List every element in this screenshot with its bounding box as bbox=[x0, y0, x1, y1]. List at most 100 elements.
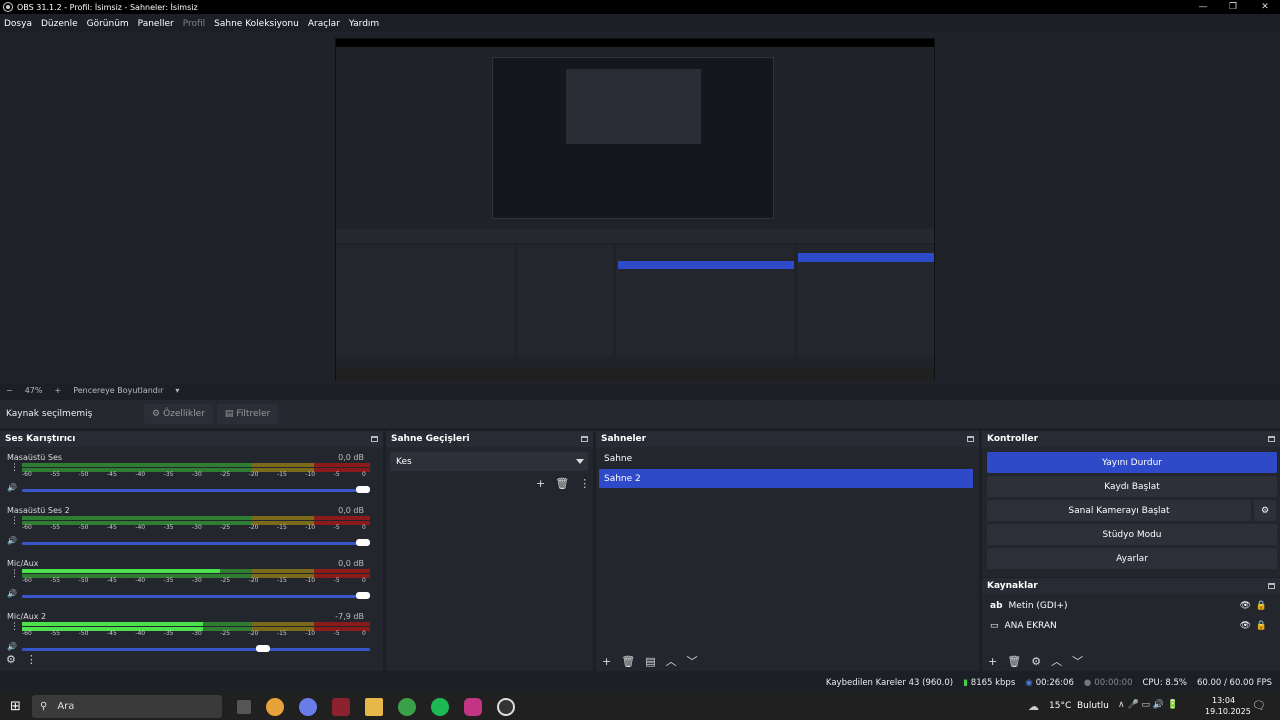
taskbar: ⊞ ⚲ Ara ☁ 15°C Bulutlu ∧ 🎤 ▭ 🔊 🔋 13:04 19… bbox=[0, 693, 1280, 720]
resize-to-window[interactable]: Pencereye Boyutlandır bbox=[73, 386, 163, 395]
restore-icon[interactable]: ❐ bbox=[1218, 0, 1248, 14]
studio-mode-button[interactable]: Stüdyo Modu bbox=[987, 524, 1277, 545]
eye-icon[interactable]: 👁 bbox=[1240, 601, 1251, 611]
filters-button[interactable]: ▤ Filtreler bbox=[216, 404, 279, 424]
scene-item[interactable]: Sahne 2 bbox=[599, 469, 973, 488]
file-explorer-icon[interactable] bbox=[365, 697, 383, 716]
controls-dock: Kontroller Yayını Durdur Kaydı Başlat Sa… bbox=[982, 431, 1280, 577]
kebab-menu-icon[interactable]: ⋮ bbox=[10, 516, 19, 526]
clock-date[interactable]: 19.10.2025 bbox=[1205, 707, 1251, 716]
chrome-icon[interactable] bbox=[398, 697, 416, 716]
menu-file[interactable]: Dosya bbox=[4, 19, 32, 29]
menu-help[interactable]: Yardım bbox=[349, 19, 379, 29]
chevron-down-icon[interactable]: ▾ bbox=[175, 386, 179, 395]
trash-icon[interactable]: 🗑 bbox=[621, 655, 635, 668]
float-icon[interactable] bbox=[1268, 583, 1275, 589]
source-item[interactable]: ab Metin (GDI+) 👁 🔒 bbox=[985, 596, 1273, 615]
kebab-menu-icon[interactable]: ⋮ bbox=[10, 622, 19, 632]
float-icon[interactable] bbox=[1268, 436, 1275, 442]
chevron-up-icon[interactable]: ︿ bbox=[1051, 653, 1062, 669]
taskbar-search[interactable]: ⚲ Ara bbox=[32, 695, 222, 718]
meter-tick-label: 0 bbox=[362, 630, 366, 637]
kebab-menu-icon[interactable]: ⋮ bbox=[26, 653, 37, 666]
kebab-menu-icon[interactable]: ⋮ bbox=[10, 463, 19, 473]
menu-scene-collection[interactable]: Sahne Koleksiyonu bbox=[214, 19, 299, 29]
chevron-down-icon[interactable]: ﹀ bbox=[1072, 653, 1083, 669]
menu-view[interactable]: Görünüm bbox=[87, 19, 129, 29]
dock-title: Sahneler bbox=[601, 434, 647, 444]
volume-slider[interactable] bbox=[22, 486, 370, 493]
transition-select[interactable]: Kes bbox=[390, 452, 588, 471]
search-placeholder: Ara bbox=[57, 701, 75, 712]
menu-tools[interactable]: Araçlar bbox=[308, 19, 340, 29]
trash-icon[interactable]: 🗑 bbox=[1007, 655, 1021, 668]
float-icon[interactable] bbox=[967, 436, 974, 442]
volume-slider[interactable] bbox=[22, 539, 370, 546]
tray-icons[interactable]: ∧ 🎤 ▭ 🔊 🔋 bbox=[1118, 700, 1178, 710]
float-icon[interactable] bbox=[581, 436, 588, 442]
notification-icon[interactable]: 🗨 bbox=[1252, 699, 1266, 712]
level-meter bbox=[22, 516, 370, 520]
menu-edit[interactable]: Düzenle bbox=[41, 19, 78, 29]
chevron-down-icon[interactable]: ﹀ bbox=[687, 653, 698, 669]
meter-tick-label: -15 bbox=[277, 630, 287, 637]
speaker-icon[interactable]: 🔊 bbox=[7, 642, 17, 651]
lock-icon[interactable]: 🔒 bbox=[1256, 601, 1267, 611]
mixer-channel: Mic/Aux 0,0 dB ⋮ -60 -55 -50 -45 -40 -35 -30 -2… bbox=[0, 557, 376, 609]
sources-dock: Kaynaklar ab Metin (GDI+) 👁 🔒 ▭ ANA EKRAN 👁 🔒 … bbox=[982, 578, 1280, 671]
spotify-icon[interactable] bbox=[431, 697, 449, 716]
advanced-audio-icon[interactable]: ⚙ bbox=[6, 653, 16, 666]
speaker-icon[interactable]: 🔊 bbox=[7, 536, 17, 545]
windows-start-icon[interactable]: ⊞ bbox=[10, 699, 21, 714]
volume-slider[interactable] bbox=[22, 592, 370, 599]
lock-icon[interactable]: 🔒 bbox=[1256, 621, 1267, 631]
properties-button[interactable]: ⚙ Özellikler bbox=[144, 404, 213, 424]
virtual-camera-settings-icon[interactable]: ⚙ bbox=[1254, 500, 1276, 521]
minimize-icon[interactable]: — bbox=[1188, 0, 1218, 14]
mixer-toolbar: ⚙ ⋮ bbox=[6, 653, 47, 666]
speaker-icon[interactable]: 🔊 bbox=[7, 483, 17, 492]
close-icon[interactable]: ✕ bbox=[1250, 0, 1280, 14]
app-icon[interactable] bbox=[332, 697, 350, 716]
trash-icon[interactable]: 🗑 bbox=[555, 477, 569, 490]
menu-profile[interactable]: Profil bbox=[183, 19, 205, 29]
clock-time[interactable]: 13:04 bbox=[1212, 696, 1235, 705]
float-icon[interactable] bbox=[371, 436, 378, 442]
kebab-menu-icon[interactable]: ⋮ bbox=[10, 569, 19, 579]
signal-icon: ▮ bbox=[963, 678, 968, 688]
add-icon[interactable]: + bbox=[988, 655, 997, 668]
meter-tick-label: -55 bbox=[50, 630, 61, 637]
meter-tick-label: -25 bbox=[220, 630, 231, 637]
start-recording-button[interactable]: Kaydı Başlat bbox=[987, 476, 1277, 497]
source-item[interactable]: ▭ ANA EKRAN 👁 🔒 bbox=[985, 616, 1273, 635]
no-source-label: Kaynak seçilmemiş bbox=[6, 409, 93, 419]
volume-slider[interactable] bbox=[22, 645, 370, 652]
mixer-channel: Masaüstü Ses 0,0 dB ⋮ -60 -55 -50 -45 -40 -35… bbox=[0, 451, 376, 503]
add-icon[interactable]: + bbox=[602, 655, 611, 668]
transition-toolbar: + 🗑 ⋮ bbox=[536, 477, 600, 490]
menu-docks[interactable]: Paneller bbox=[138, 19, 174, 29]
speaker-icon[interactable]: 🔊 bbox=[7, 589, 17, 598]
meter-ticks: -60 -55 -50 -45 -40 -35 -30 -25 -20 -15 -10 -5 0 bbox=[22, 630, 370, 639]
gear-icon[interactable]: ⚙ bbox=[1031, 655, 1041, 668]
chevron-up-icon[interactable]: ︿ bbox=[666, 653, 677, 669]
instagram-icon[interactable] bbox=[464, 697, 482, 716]
kebab-menu-icon[interactable]: ⋮ bbox=[579, 477, 590, 490]
source-name: Metin (GDI+) bbox=[1008, 600, 1068, 611]
zoom-in-icon[interactable]: + bbox=[54, 386, 61, 395]
start-virtual-camera-button[interactable]: Sanal Kamerayı Başlat bbox=[987, 500, 1251, 521]
stop-streaming-button[interactable]: Yayını Durdur bbox=[987, 452, 1277, 473]
obs-icon[interactable] bbox=[497, 697, 515, 716]
chrome-icon[interactable] bbox=[266, 697, 284, 716]
weather-text[interactable]: 15°C Bulutlu bbox=[1049, 701, 1109, 711]
settings-button[interactable]: Ayarlar bbox=[987, 548, 1277, 569]
copilot-icon[interactable] bbox=[299, 697, 317, 716]
channel-db: 0,0 dB bbox=[338, 506, 364, 515]
preview-image bbox=[335, 38, 935, 381]
eye-icon[interactable]: 👁 bbox=[1240, 621, 1251, 631]
filter-icon[interactable]: ▤ bbox=[645, 655, 655, 668]
zoom-out-icon[interactable]: − bbox=[6, 386, 13, 395]
scene-item[interactable]: Sahne bbox=[599, 449, 973, 468]
task-view-icon[interactable] bbox=[237, 699, 251, 714]
add-icon[interactable]: + bbox=[536, 477, 545, 490]
